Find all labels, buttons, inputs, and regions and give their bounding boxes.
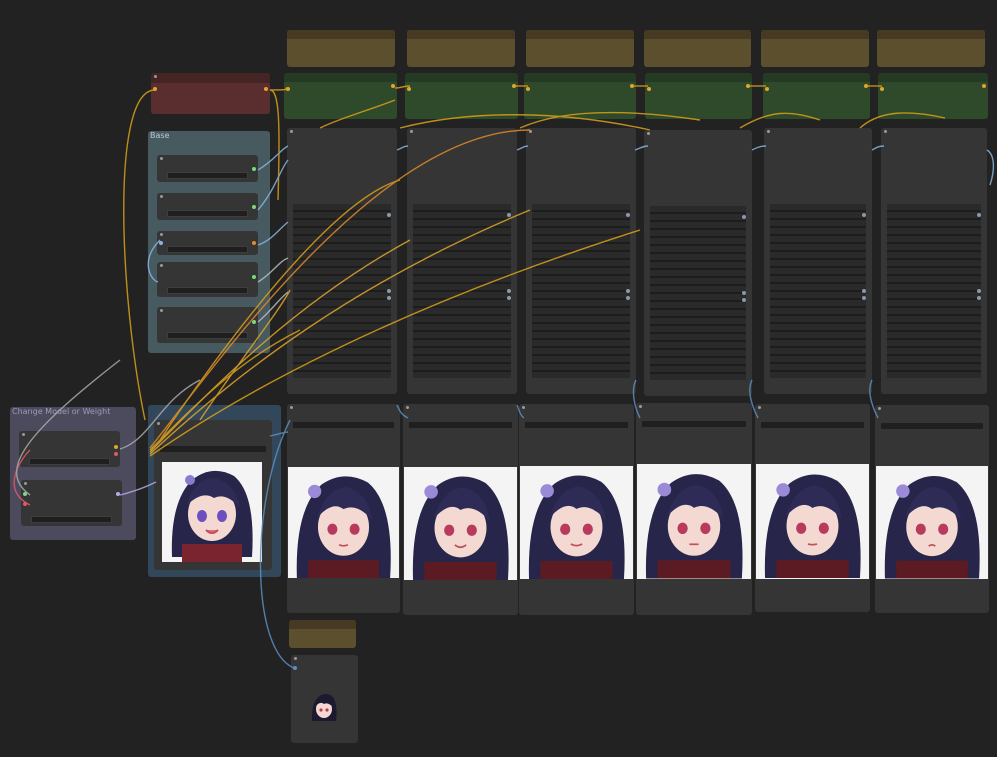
group-change-model-title: Change Model or Weight [12, 407, 111, 416]
column-2-prompt-node[interactable] [407, 30, 515, 67]
column-4-preview-image [637, 464, 751, 579]
input-slot[interactable] [153, 87, 157, 91]
column-5-preview-image [756, 464, 869, 579]
column-3-conditioning-node[interactable] [524, 73, 636, 119]
column-6-preview-image [876, 466, 988, 579]
base-node-1[interactable] [157, 155, 258, 182]
column-5-preview-node[interactable] [755, 404, 870, 612]
column-4-prompt-node[interactable] [644, 30, 751, 67]
column-6-prompt-node[interactable] [877, 30, 985, 67]
column-6-ksampler-node[interactable] [881, 128, 987, 394]
small-prompt-node[interactable] [289, 620, 356, 648]
column-5-conditioning-node[interactable] [763, 73, 870, 119]
column-1-preview-node[interactable] [287, 404, 400, 613]
base-node-2[interactable] [157, 193, 258, 220]
base-preview-node[interactable] [154, 420, 272, 570]
small-preview-node[interactable] [291, 655, 358, 743]
column-2-ksampler-node[interactable] [407, 128, 517, 394]
base-node-3[interactable] [157, 231, 258, 255]
column-1-preview-image [288, 467, 399, 578]
column-2-preview-image [404, 467, 517, 580]
change-model-node-1[interactable] [19, 431, 120, 467]
column-1-prompt-node[interactable] [287, 30, 395, 67]
change-model-node-2[interactable] [21, 480, 122, 526]
base-preview-image [162, 462, 262, 562]
column-1-conditioning-node[interactable] [284, 73, 397, 119]
column-3-preview-node[interactable] [519, 404, 634, 615]
column-4-preview-node[interactable] [636, 403, 752, 615]
base-node-4[interactable] [157, 262, 258, 297]
column-5-ksampler-node[interactable] [764, 128, 872, 394]
column-1-ksampler-node[interactable] [287, 128, 397, 394]
column-3-preview-image [520, 466, 633, 579]
column-3-ksampler-node[interactable] [526, 128, 636, 394]
column-2-conditioning-node[interactable] [405, 73, 518, 119]
column-2-preview-node[interactable] [403, 404, 518, 615]
column-5-prompt-node[interactable] [761, 30, 869, 67]
small-preview-image [309, 691, 339, 723]
checkpoint-loader-node[interactable] [151, 73, 270, 114]
column-3-prompt-node[interactable] [526, 30, 634, 67]
column-6-conditioning-node[interactable] [878, 73, 988, 119]
group-base-title: Base [150, 131, 170, 140]
output-slot[interactable] [264, 87, 268, 91]
column-4-ksampler-node[interactable] [644, 130, 752, 396]
base-node-5[interactable] [157, 307, 258, 343]
column-4-conditioning-node[interactable] [645, 73, 752, 119]
column-6-preview-node[interactable] [875, 405, 989, 613]
